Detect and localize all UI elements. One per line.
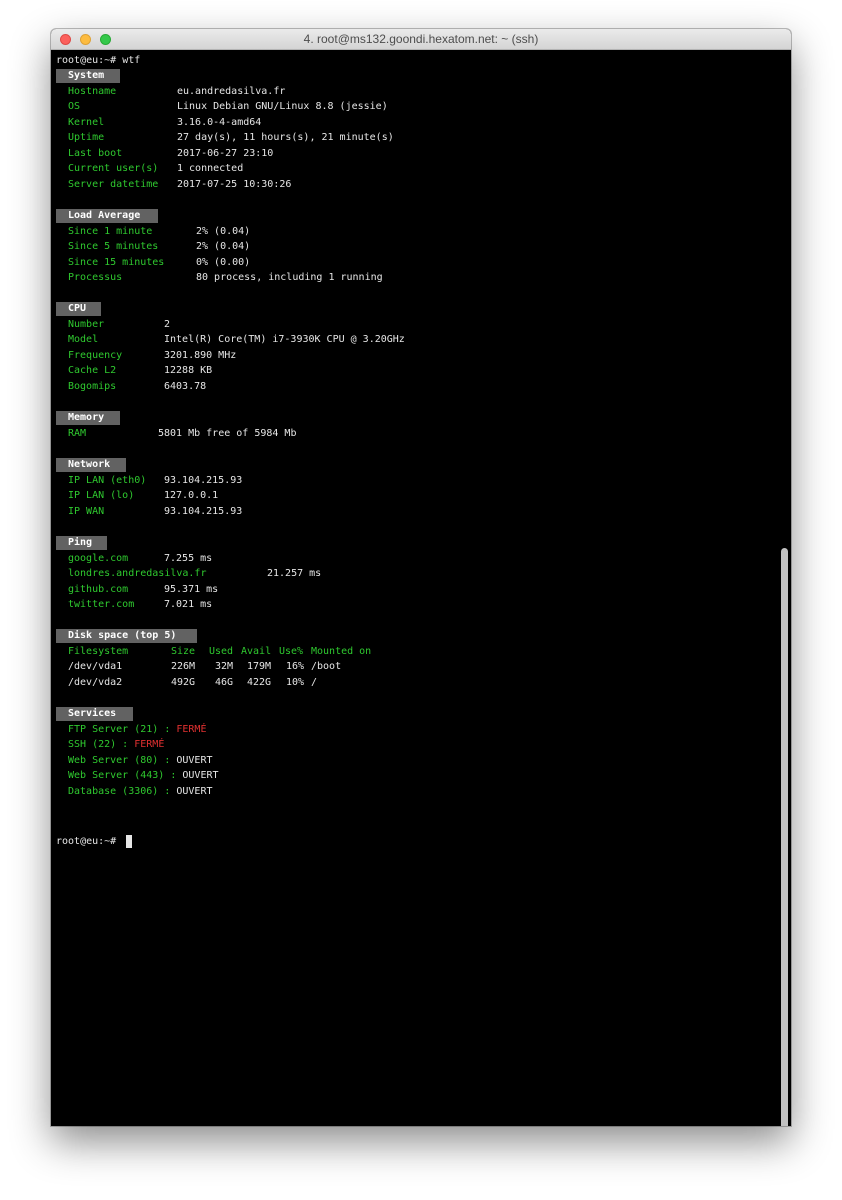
disk-cell: / (311, 677, 318, 688)
load-value: 0% (0.00) (196, 257, 251, 268)
prompt: root@eu:~# (56, 836, 123, 847)
network-value: 93.104.215.93 (164, 475, 243, 486)
system-label: Current user(s) (68, 163, 159, 174)
disk-cell: 179M (247, 661, 272, 672)
section-header-memory: Memory (56, 411, 120, 425)
section-header-network: Network (56, 458, 126, 472)
load-value: 80 process, including 1 running (196, 272, 383, 283)
disk-cell: 32M (215, 661, 234, 672)
memory-value: 5801 Mb free of 5984 Mb (158, 428, 297, 439)
disk-cell: /boot (311, 661, 342, 672)
prompt-command: root@eu:~# wtf (56, 55, 141, 66)
system-value: Linux Debian GNU/Linux 8.8 (jessie) (177, 101, 388, 112)
ping-host: londres.andredasilva.fr (68, 568, 207, 579)
system-value: 2017-06-27 23:10 (177, 148, 274, 159)
network-label: IP WAN (68, 506, 105, 517)
section-header-system: System (56, 69, 120, 83)
ping-host: github.com (68, 584, 129, 595)
network-value: 127.0.0.1 (164, 490, 219, 501)
ping-time: 21.257 ms (267, 568, 322, 579)
system-value: 3.16.0-4-amd64 (177, 117, 262, 128)
disk-cell: 492G (171, 677, 196, 688)
network-value: 93.104.215.93 (164, 506, 243, 517)
section-header-services: Services (56, 707, 133, 721)
service-row: Web Server (80) : OUVERT (68, 754, 213, 767)
service-row: SSH (22) : FERMÉ (68, 738, 164, 751)
disk-cell: 10% (286, 677, 305, 688)
load-value: 2% (0.04) (196, 241, 251, 252)
section-header-load-average: Load Average (56, 209, 158, 223)
service-status: OUVERT (176, 786, 213, 797)
ping-time: 7.255 ms (164, 553, 213, 564)
ping-host: twitter.com (68, 599, 135, 610)
text-cursor (126, 835, 132, 848)
cpu-value: Intel(R) Core(TM) i7-3930K CPU @ 3.20GHz (164, 334, 405, 345)
scrollbar-thumb[interactable] (781, 548, 788, 1126)
system-label: OS (68, 101, 81, 112)
ping-host: google.com (68, 553, 129, 564)
cpu-value: 3201.890 MHz (164, 350, 237, 361)
disk-cell: 422G (247, 677, 272, 688)
memory-label: RAM (68, 428, 87, 439)
disk-column-header: Mounted on (311, 646, 372, 657)
load-label: Processus (68, 272, 123, 283)
service-status: OUVERT (176, 755, 213, 766)
cpu-label: Cache L2 (68, 365, 117, 376)
window-title: 4. root@ms132.goondi.hexatom.net: ~ (ssh… (303, 32, 539, 46)
cpu-label: Frequency (68, 350, 123, 361)
cpu-label: Model (68, 334, 99, 345)
disk-column-header: Used (209, 646, 234, 657)
cpu-label: Bogomips (68, 381, 117, 392)
system-value: eu.andredasilva.fr (177, 86, 286, 97)
system-label: Uptime (68, 132, 105, 143)
system-label: Kernel (68, 117, 105, 128)
service-label: SSH (22) : (68, 739, 135, 750)
ping-time: 7.021 ms (164, 599, 213, 610)
disk-cell: 46G (215, 677, 234, 688)
disk-column-header: Size (171, 646, 196, 657)
network-label: IP LAN (lo) (68, 490, 135, 501)
disk-column-header: Use% (279, 646, 304, 657)
disk-column-header: Filesystem (68, 646, 129, 657)
disk-cell: 226M (171, 661, 196, 672)
disk-column-header: Avail (241, 646, 272, 657)
service-status: FERMÉ (176, 724, 207, 735)
service-label: Database (3306) : (68, 786, 177, 797)
network-label: IP LAN (eth0) (68, 475, 147, 486)
load-label: Since 1 minute (68, 226, 153, 237)
cpu-label: Number (68, 319, 105, 330)
service-status: FERMÉ (134, 739, 165, 750)
terminal-output[interactable]: root@eu:~# wtf System Hostname eu.andred… (51, 50, 779, 1126)
load-label: Since 15 minutes (68, 257, 165, 268)
cpu-value: 6403.78 (164, 381, 207, 392)
service-label: Web Server (443) : (68, 770, 183, 781)
disk-cell: /dev/vda1 (68, 661, 123, 672)
service-row: Web Server (443) : OUVERT (68, 769, 219, 782)
cpu-value: 2 (164, 319, 171, 330)
service-status: OUVERT (182, 770, 219, 781)
section-header-ping: Ping (56, 536, 107, 550)
system-label: Last boot (68, 148, 123, 159)
system-value: 1 connected (177, 163, 244, 174)
section-header-disk-space: Disk space (top 5) (56, 629, 197, 643)
scrollbar-track[interactable] (779, 50, 791, 1126)
cpu-value: 12288 KB (164, 365, 213, 376)
service-row: Database (3306) : OUVERT (68, 785, 213, 798)
title-bar: 4. root@ms132.goondi.hexatom.net: ~ (ssh… (51, 29, 791, 50)
system-value: 27 day(s), 11 hours(s), 21 minute(s) (177, 132, 394, 143)
system-value: 2017-07-25 10:30:26 (177, 179, 292, 190)
system-label: Server datetime (68, 179, 159, 190)
disk-cell: /dev/vda2 (68, 677, 123, 688)
service-row: FTP Server (21) : FERMÉ (68, 723, 206, 736)
disk-cell: 16% (286, 661, 305, 672)
system-label: Hostname (68, 86, 117, 97)
service-label: Web Server (80) : (68, 755, 177, 766)
service-label: FTP Server (21) : (68, 724, 177, 735)
terminal-window: 4. root@ms132.goondi.hexatom.net: ~ (ssh… (51, 29, 791, 1126)
load-label: Since 5 minutes (68, 241, 159, 252)
load-value: 2% (0.04) (196, 226, 251, 237)
section-header-cpu: CPU (56, 302, 101, 316)
ping-time: 95.371 ms (164, 584, 219, 595)
